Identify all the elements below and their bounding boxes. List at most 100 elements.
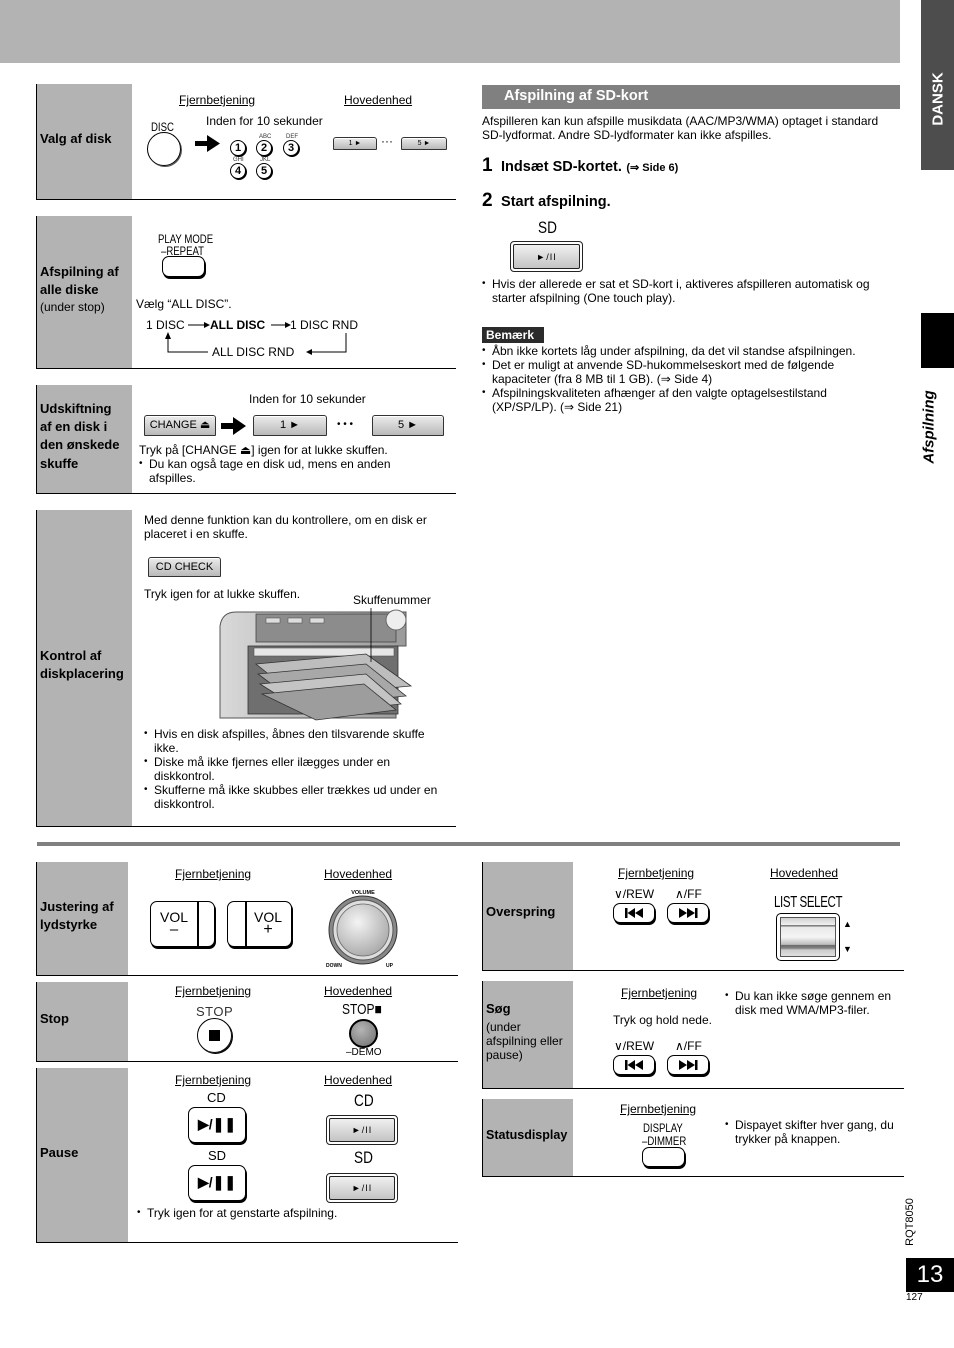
main-cd-play-pause-label: ►/II (329, 1118, 395, 1142)
skip-forward-icon (679, 908, 698, 918)
list-select-caption-text: LIST SELECT (774, 894, 843, 911)
step-text: Start afspilning. (501, 194, 611, 210)
disc-check-bullets: Hvis en disk afspilles, åbnes den tilsva… (144, 727, 444, 811)
sd-play-pause-label: ►/II (513, 244, 580, 269)
change-bullets: Du kan også tage en disk ud, mens en and… (139, 457, 429, 485)
bullet-item: Skufferne må ikke skubbes eller trækkes … (144, 783, 444, 811)
remote-heading: Fjernbetjening (175, 984, 252, 998)
plus-sign: + (263, 921, 273, 938)
search-forward-button[interactable] (667, 1055, 709, 1075)
down-arrow-icon: ▼ (843, 944, 852, 954)
search-subtitle-line: afspilning eller (486, 1034, 563, 1048)
skip-back-icon (625, 908, 643, 918)
play-mode-repeat-button[interactable] (162, 256, 205, 277)
ff-caption: ∧/FF (675, 887, 702, 901)
sd-section-header: Afspilning af SD-kort (482, 85, 900, 109)
remote-cd-caption: CD (207, 1090, 226, 1105)
remote-heading: Fjernbetjening (621, 986, 698, 1000)
language-tab-label: DANSK (929, 72, 946, 126)
volume-title-line: Justering af (40, 899, 114, 914)
tray-5-button[interactable]: 5 ► (372, 415, 444, 436)
note-item: Åbn ikke kortets låg under afspilning, d… (482, 344, 887, 358)
note-item: Det er muligt at anvende SD-hukommelsesk… (482, 358, 887, 386)
close-hint: Tryk igen for at lukke skuffen. (144, 587, 301, 601)
search-subtitle-line: pause) (486, 1048, 523, 1062)
change-button[interactable]: CHANGE ⏏ (144, 415, 216, 436)
all-discs-subtitle: (under stop) (40, 300, 105, 314)
volume-knob[interactable]: VOLUME DOWN UP (324, 886, 402, 972)
knob-label: VOLUME (351, 890, 375, 896)
search-back-button[interactable] (613, 1055, 655, 1075)
volume-title-line: lydstyrke (40, 917, 98, 932)
main-unit-heading: Hovedenhed (324, 984, 393, 998)
remote-stop-button[interactable] (197, 1018, 232, 1053)
main-stop-caption-text: STOP■ (342, 1001, 382, 1018)
main-disc-5-button[interactable]: 5 ► (401, 137, 447, 150)
dimmer-caption-text: –DIMMER (642, 1134, 687, 1148)
arrowhead (204, 322, 210, 328)
step-text: Indsæt SD-kortet. (501, 159, 622, 175)
number-key-2[interactable]: 2 (256, 140, 272, 156)
bullet-item: Du kan også tage en disk ud, mens en and… (139, 457, 429, 485)
demo-caption: –DEMO (346, 1047, 382, 1058)
sd-play-pause-button[interactable]: ►/II (510, 241, 583, 272)
remote-heading: Fjernbetjening (179, 93, 256, 107)
bullet-item: Tryk igen for at genstarte afspilning. (137, 1206, 437, 1220)
main-cd-play-pause-button[interactable]: ►/II (326, 1115, 398, 1145)
remote-sd-play-pause-button[interactable]: ▶/❚❚ (188, 1165, 246, 1201)
cd-check-button[interactable]: CD CHECK (148, 557, 221, 577)
display-dimmer-button[interactable] (642, 1147, 685, 1167)
pause-title: Pause (40, 1145, 79, 1160)
knob-up-label: UP (386, 963, 394, 969)
step-ref[interactable]: (⇒ Side 6) (626, 162, 678, 174)
main-sd-play-pause-button[interactable]: ►/II (326, 1173, 398, 1203)
step-number: 1 (482, 155, 493, 176)
main-sd-play-pause-label: ►/II (329, 1176, 395, 1200)
step-2: 2 Start afspilning. (482, 190, 611, 212)
slider-body (780, 917, 836, 957)
number-key-3[interactable]: 3 (283, 140, 299, 156)
bullet-item: Hvis der allerede er sat et SD-kort i, a… (482, 277, 900, 305)
search-hint: Tryk og hold nede. (613, 1013, 712, 1027)
ff-caption: ∧/FF (675, 1039, 702, 1053)
main-stop-button[interactable] (349, 1019, 378, 1048)
arrow-right-icon (195, 135, 220, 152)
main-stop-caption: STOP■ (342, 1002, 392, 1018)
all-discs-title-line: alle diske (40, 282, 99, 297)
all-discs-instruction: Vælg “ALL DISC”. (136, 297, 232, 311)
main-unit-heading: Hovedenhed (770, 866, 839, 880)
disc-check-intro: Med denne funktion kan du kontrollere, o… (144, 513, 427, 541)
section-divider (37, 842, 900, 846)
section-tab-label: Afspilning (920, 390, 938, 464)
skip-forward-button[interactable] (667, 903, 709, 923)
rew-caption: ∨/REW (614, 1039, 655, 1053)
sub-page-number: 127 (906, 1292, 923, 1303)
disc-button[interactable] (147, 132, 181, 166)
change-title-line: den ønskede (40, 437, 120, 452)
all-discs-title-line: Afspilning af (40, 264, 119, 279)
note-badge: Bemærk (482, 327, 544, 343)
ellipsis: • • • (337, 419, 354, 430)
vol-up-button[interactable]: VOL + (227, 901, 292, 947)
sd-intro: Afspilleren kan kun afspille musikdata (… (482, 114, 879, 142)
number-key-4[interactable]: 4 (230, 163, 246, 179)
change-instruction: Tryk på [CHANGE ⏏] igen for at lukke sku… (139, 443, 388, 457)
button-divider (197, 902, 199, 946)
skip-title: Overspring (486, 904, 556, 919)
skip-back-button[interactable] (613, 903, 655, 923)
document-code: RQT8050 (904, 1198, 916, 1246)
main-unit-heading: Hovedenhed (344, 93, 413, 107)
number-key-5[interactable]: 5 (256, 163, 272, 179)
drawer-illustration (219, 608, 413, 721)
vol-down-button[interactable]: VOL – (150, 901, 215, 947)
number-key-1[interactable]: 1 (230, 140, 246, 156)
tray-1-button[interactable]: 1 ► (253, 415, 327, 436)
remote-cd-play-pause-button[interactable]: ▶/❚❚ (188, 1107, 246, 1143)
remote-heading: Fjernbetjening (618, 866, 695, 880)
remote-heading: Fjernbetjening (175, 867, 252, 881)
list-select-slider[interactable] (776, 913, 840, 961)
main-disc-1-button[interactable]: 1 ► (333, 137, 377, 150)
page-number: 13 (916, 1261, 944, 1288)
remote-sd-caption: SD (208, 1148, 227, 1163)
knob-down-label: DOWN (326, 963, 342, 969)
